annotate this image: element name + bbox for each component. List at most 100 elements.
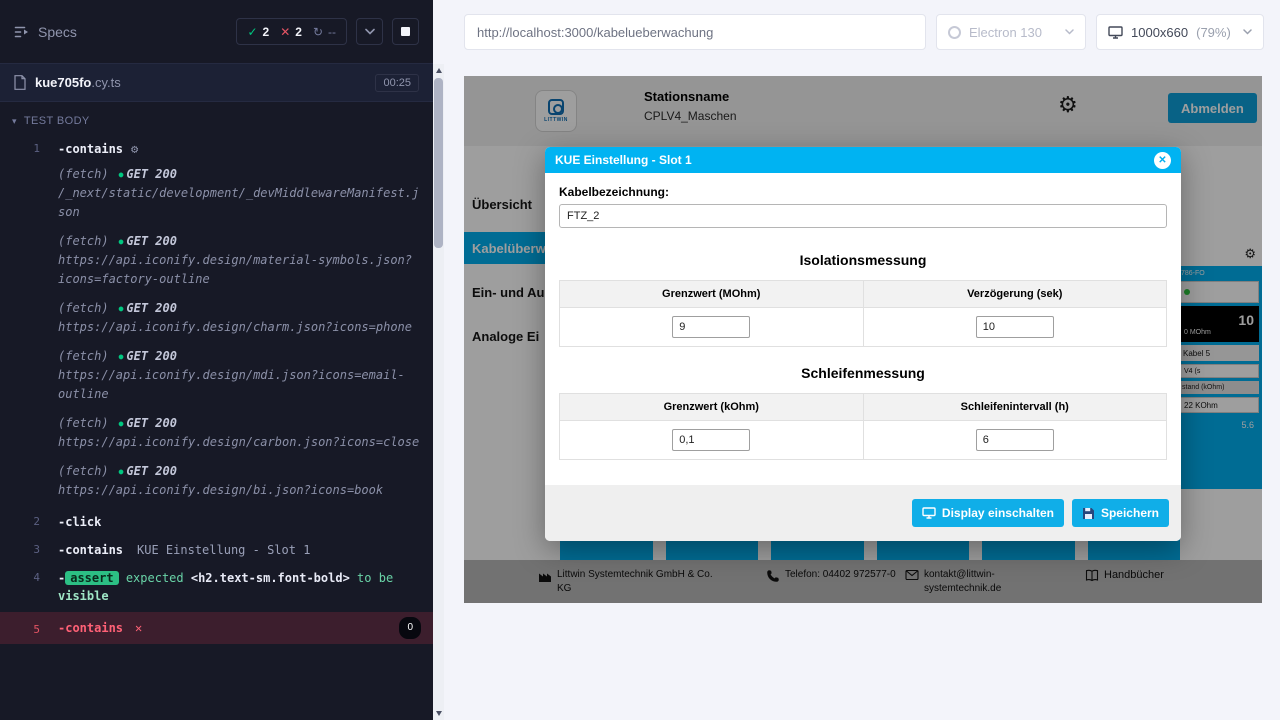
command-name: -contains (58, 543, 123, 557)
pending-stat: ↻-- (313, 25, 336, 39)
assert-state: visible (58, 589, 109, 603)
status-dot-icon: ● (119, 170, 124, 179)
cross-icon: ✕ (280, 25, 290, 39)
fetch-status: GET 200 (126, 234, 177, 248)
status-dot-icon: ● (119, 352, 124, 361)
command-name: -click (58, 515, 101, 529)
passed-stat: ✓2 (247, 25, 269, 39)
browser-select[interactable]: Electron 130 (936, 14, 1086, 50)
column-header: Grenzwert (MOhm) (560, 281, 864, 308)
command-row-contains-2[interactable]: 3 -containsKUE Einstellung - Slot 1 (0, 538, 433, 562)
specs-list-icon (14, 25, 30, 39)
assert-element: <h2.text-sm.font-bold> (191, 571, 350, 585)
failed-count: 2 (295, 25, 302, 39)
fetch-log-entry[interactable]: (fetch) ●GET 200 https://api.iconify.desi… (58, 347, 423, 404)
status-dot-icon: ● (119, 237, 124, 246)
cypress-reporter: Specs ✓2 ✕2 ↻-- kue705fo.cy.ts 00:25 ▾ T (0, 0, 433, 720)
status-dot-icon: ● (119, 304, 124, 313)
test-stats[interactable]: ✓2 ✕2 ↻-- (236, 18, 347, 45)
dialog-body: Kabelbezeichnung: Isolationsmessung Gren… (545, 185, 1181, 460)
line-number: 1 (0, 140, 40, 155)
command-row-contains-failed[interactable]: 5 -contains ✕ 0 (0, 612, 433, 644)
floppy-icon (1082, 507, 1095, 520)
isolation-table: Grenzwert (MOhm) Verzögerung (sek) (559, 280, 1167, 347)
column-header: Grenzwert (kOhm) (560, 394, 864, 421)
specs-menu-button[interactable]: Specs (14, 24, 77, 40)
monitor-icon (1108, 26, 1123, 39)
fetch-status: GET 200 (126, 167, 177, 181)
line-number: 2 (0, 513, 40, 528)
reporter-scrollbar[interactable] (433, 64, 444, 720)
fetch-log-entry[interactable]: (fetch)●GET 200 https://api.iconify.desi… (58, 299, 423, 337)
triangle-up-icon (436, 68, 442, 73)
screen: Specs ✓2 ✕2 ↻-- kue705fo.cy.ts 00:25 ▾ T (0, 0, 1280, 720)
spec-file-row[interactable]: kue705fo.cy.ts 00:25 (0, 64, 433, 102)
fetch-tag: (fetch) (58, 234, 109, 248)
assert-text: expected (126, 571, 184, 585)
fetch-url: https://api.iconify.design/bi.json?icons… (58, 483, 383, 497)
fetch-tag: (fetch) (58, 301, 109, 315)
iso-grenzwert-input[interactable] (672, 316, 750, 338)
scroll-down-arrow[interactable] (433, 707, 444, 720)
fetch-log-entry[interactable]: (fetch)●GET 200 https://api.iconify.desi… (58, 414, 423, 452)
address-bar[interactable] (464, 14, 926, 50)
test-body-toggle[interactable]: ▾ TEST BODY (0, 102, 433, 133)
command-row-click[interactable]: 2 -click (0, 510, 433, 534)
fetch-status: GET 200 (126, 349, 177, 363)
chevron-down-icon (1243, 29, 1252, 35)
fetch-log-entry[interactable]: (fetch)●GET 200 https://api.iconify.desi… (58, 232, 423, 289)
assert-text: to (357, 571, 371, 585)
check-icon: ✓ (247, 25, 257, 39)
loop-grenzwert-input[interactable] (672, 429, 750, 451)
isolation-section-title: Isolationsmessung (559, 252, 1167, 268)
document-icon (14, 75, 26, 90)
spec-name: kue705fo.cy.ts (35, 75, 121, 90)
fetch-status: GET 200 (126, 301, 177, 315)
save-button[interactable]: Speichern (1072, 499, 1169, 527)
assert-badge: assert (65, 571, 118, 585)
stop-button[interactable] (392, 18, 419, 45)
dialog-footer: Display einschalten Speichern (545, 485, 1181, 541)
fetch-url: https://api.iconify.design/mdi.json?icon… (58, 368, 405, 401)
reporter-header: Specs ✓2 ✕2 ↻-- (0, 0, 433, 64)
fetch-log-entry[interactable]: (fetch)●GET 200 /_next/static/developmen… (58, 165, 423, 222)
command-row-contains-1[interactable]: 1 -contains⚙ (0, 137, 433, 161)
command-name: -contains (58, 619, 123, 637)
triangle-down-icon (436, 711, 442, 716)
url-input[interactable] (477, 25, 913, 40)
reporter-controls: ✓2 ✕2 ↻-- (236, 18, 419, 45)
fetch-tag: (fetch) (58, 349, 109, 363)
kabel-name-label: Kabelbezeichnung: (559, 185, 1167, 199)
fetch-tag: (fetch) (58, 167, 109, 181)
app-under-test: LITTWIN Stationsname CPLV4_Maschen ⚙ Abm… (464, 76, 1262, 603)
iso-verzoegerung-input[interactable] (976, 316, 1054, 338)
fetch-status: GET 200 (126, 416, 177, 430)
fetch-tag: (fetch) (58, 416, 109, 430)
stop-icon (401, 27, 410, 36)
fetch-status: GET 200 (126, 464, 177, 478)
cross-icon: ✕ (135, 619, 142, 637)
loop-intervall-input[interactable] (976, 429, 1054, 451)
kue-settings-dialog: KUE Einstellung - Slot 1 ✕ Kabelbezeichn… (545, 147, 1181, 541)
chevron-down-icon (365, 28, 375, 35)
command-log: 1 -contains⚙ (fetch)●GET 200 /_next/stat… (0, 133, 433, 644)
assert-text: be (379, 571, 393, 585)
scrollbar-thumb[interactable] (434, 78, 443, 248)
kabel-name-input[interactable] (559, 204, 1167, 228)
command-row-assert[interactable]: 4 -assert expected <h2.text-sm.font-bold… (0, 566, 433, 608)
close-icon[interactable]: ✕ (1154, 152, 1171, 169)
caret-down-icon: ▾ (12, 116, 17, 127)
spec-timer: 00:25 (375, 74, 419, 92)
viewport-zoom: (79%) (1196, 25, 1231, 40)
scroll-up-arrow[interactable] (433, 64, 444, 77)
failed-stat: ✕2 (280, 25, 302, 39)
collapse-button[interactable] (356, 18, 383, 45)
fetch-log-entry[interactable]: (fetch)●GET 200 https://api.iconify.desi… (58, 462, 423, 500)
match-count-badge: 0 (399, 617, 421, 639)
passed-count: 2 (263, 25, 270, 39)
display-on-button[interactable]: Display einschalten (912, 499, 1064, 527)
spec-extension: .cy.ts (91, 75, 120, 90)
line-number: 5 (0, 621, 40, 636)
monitor-icon (922, 507, 936, 519)
viewport-select[interactable]: 1000x660 (79%) (1096, 14, 1264, 50)
